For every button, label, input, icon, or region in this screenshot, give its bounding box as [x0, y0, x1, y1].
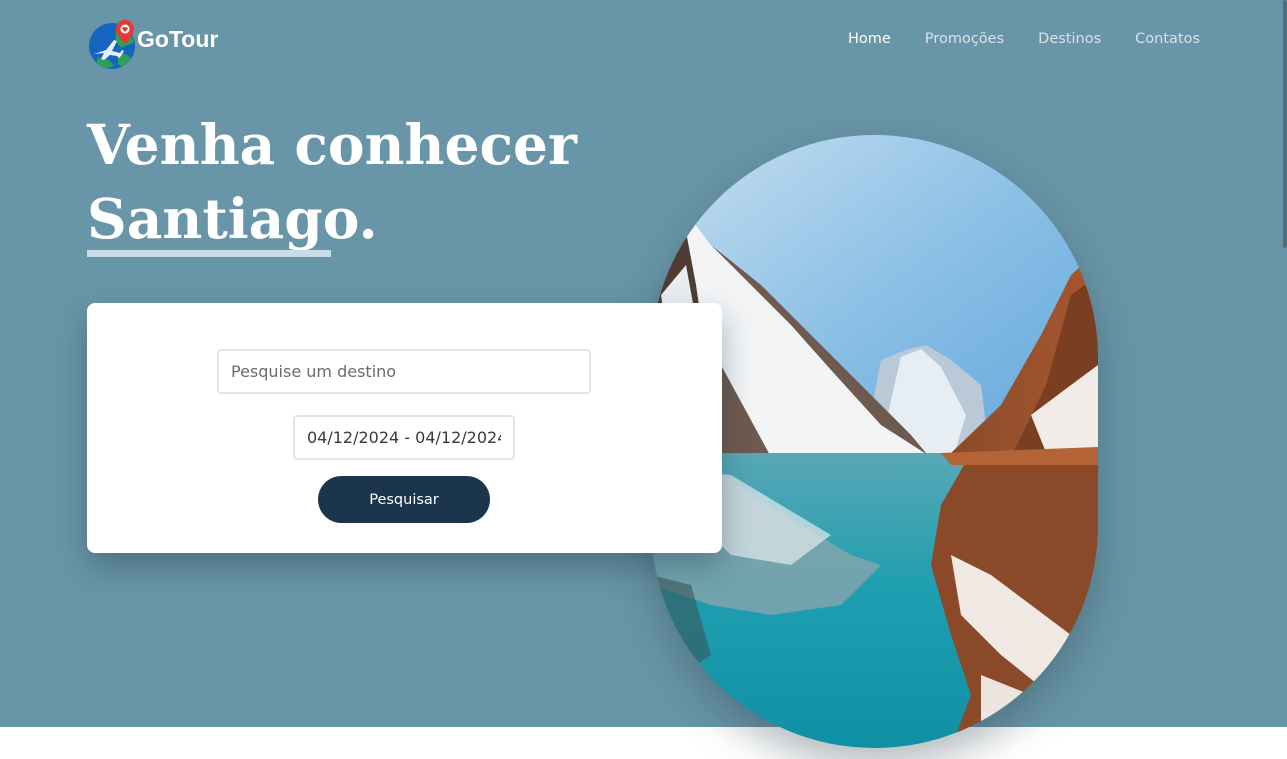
nav-link-destinos[interactable]: Destinos: [1038, 31, 1101, 47]
headline-line1: Venha conhecer: [87, 112, 577, 177]
search-card: Pesquisar: [87, 303, 722, 553]
brand[interactable]: GoTour: [88, 20, 218, 70]
brand-name: GoTour: [137, 26, 219, 52]
search-button[interactable]: Pesquisar: [318, 476, 490, 523]
destination-search-input[interactable]: [217, 349, 591, 394]
headline-destination: Santiago.: [87, 186, 378, 251]
date-range-input[interactable]: [293, 415, 515, 460]
nav-link-promocoes[interactable]: Promoções: [925, 31, 1004, 47]
navbar: GoTour Home Promoções Destinos Contatos: [0, 0, 1287, 80]
nav-menu: Home Promoções Destinos Contatos: [848, 31, 1234, 47]
headline-underline: [87, 250, 331, 257]
nav-link-contatos[interactable]: Contatos: [1135, 31, 1200, 47]
hero-headline: Venha conhecer Santiago.: [87, 108, 577, 256]
globe-airplane-pin-icon: [89, 20, 135, 69]
page-scrollbar[interactable]: [1283, 0, 1287, 727]
nav-link-home[interactable]: Home: [848, 31, 891, 47]
